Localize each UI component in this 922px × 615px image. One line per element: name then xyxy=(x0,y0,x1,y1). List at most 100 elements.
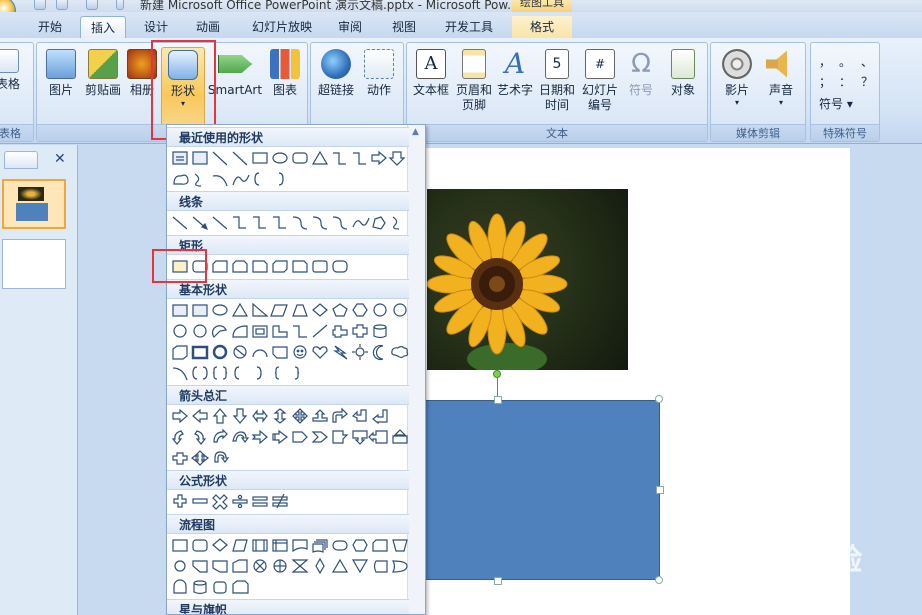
wordart-button[interactable]: A 艺术字 xyxy=(495,47,535,123)
slide-thumbnail-1[interactable] xyxy=(2,179,66,229)
action-button[interactable]: 动作 xyxy=(359,47,399,123)
resize-handle-bottom-right[interactable] xyxy=(655,576,663,584)
sunflower-picture[interactable] xyxy=(427,189,628,370)
action-star-icon xyxy=(364,49,394,79)
undo-icon[interactable] xyxy=(56,0,68,10)
tab-design[interactable]: 设计 xyxy=(136,16,176,38)
shapes-row-recent-2[interactable] xyxy=(171,170,411,190)
header-footer-button[interactable]: 页眉和 页脚 xyxy=(453,47,495,123)
tab-slideshow[interactable]: 幻灯片放映 xyxy=(244,16,320,38)
group-special-symbols: ， 。 、 ； ： ？ 符号 ▾ 特殊符号 xyxy=(810,42,880,142)
tab-animation[interactable]: 动画 xyxy=(188,16,228,38)
rotation-handle[interactable] xyxy=(493,370,501,378)
tab-developer[interactable]: 开发工具 xyxy=(438,16,500,38)
picture-button[interactable]: 图片 xyxy=(41,47,81,123)
clipart-label: 剪贴画 xyxy=(84,83,121,97)
highlight-rectangle-shape xyxy=(152,249,207,283)
header-footer-label-1: 页眉和 xyxy=(455,83,492,97)
symbol-label: 符号 xyxy=(628,83,653,97)
hyperlink-button[interactable]: 超链接 xyxy=(315,47,357,123)
slides-panel: ✕ xyxy=(0,145,78,615)
chart-button[interactable]: 图表 xyxy=(265,47,305,123)
textbox-button[interactable]: A 文本框 xyxy=(409,47,453,123)
ribbon-tabs: 开始 插入 设计 动画 幻灯片放映 审阅 视图 开发工具 格式 xyxy=(0,12,922,38)
ribbon: 表格 表格 图片 剪贴画 相册 形状 ▾ SmartArt 图表 超链接 动作 … xyxy=(0,38,922,144)
symbol-colon[interactable]: ： xyxy=(839,73,851,90)
context-tab-drawing-tools: 绘图工具 xyxy=(512,0,572,12)
resize-handle-right[interactable] xyxy=(656,486,664,494)
group-label-special-symbols: 特殊符号 xyxy=(811,124,879,141)
window-title: 新建 Microsoft Office PowerPoint 演示文稿.pptx… xyxy=(140,0,519,12)
group-label-tables: 表格 xyxy=(0,124,33,141)
resize-handle-top-right[interactable] xyxy=(655,395,663,403)
tab-view[interactable]: 视图 xyxy=(384,16,424,38)
movie-button[interactable]: 影片 ▾ xyxy=(715,47,759,123)
clipart-icon xyxy=(88,49,118,79)
shapes-row-flowchart-1[interactable] xyxy=(171,536,411,556)
basic-shapes-icons-1 xyxy=(172,302,407,317)
resize-handle-top[interactable] xyxy=(494,396,502,404)
shapes-row-arrows-1[interactable] xyxy=(171,407,411,427)
category-flowchart: 流程图 xyxy=(167,514,409,534)
slide-number-button[interactable]: # 幻灯片 编号 xyxy=(579,47,621,123)
symbol-enum-comma[interactable]: 、 xyxy=(861,53,873,70)
object-button[interactable]: 对象 xyxy=(663,47,703,123)
selected-rectangle-shape[interactable] xyxy=(420,400,660,580)
scroll-up-icon[interactable]: ▲ xyxy=(412,127,419,137)
table-button[interactable]: 表格 xyxy=(0,47,23,123)
slide-number-icon: # xyxy=(585,49,615,79)
sound-button[interactable]: 声音 ▾ xyxy=(759,47,803,123)
category-block-arrows: 箭头总汇 xyxy=(167,385,409,405)
shapes-row-basic-4[interactable] xyxy=(171,364,411,384)
symbol-period[interactable]: 。 xyxy=(839,53,851,70)
datetime-label-1: 日期和 xyxy=(538,83,575,97)
tab-review[interactable]: 审阅 xyxy=(330,16,370,38)
symbol-question[interactable]: ？ xyxy=(861,73,873,90)
chevron-down-icon: ▾ xyxy=(734,98,739,107)
slide-thumbnail-2[interactable] xyxy=(2,239,66,289)
shapes-row-basic-2[interactable] xyxy=(171,322,411,342)
qat-dropdown-icon[interactable] xyxy=(116,0,124,10)
datetime-label-2: 时间 xyxy=(544,98,569,112)
shapes-gallery-dropdown: ▲ 最近使用的形状 线条 矩形 基本形状 箭头总汇 公式形状 流程图 星与旗帜 xyxy=(166,124,426,615)
shapes-row-flowchart-2[interactable] xyxy=(171,557,411,577)
watermark-text: Baidu经验 xyxy=(700,543,864,578)
close-icon[interactable]: ✕ xyxy=(54,151,66,167)
shapes-row-equation[interactable] xyxy=(171,492,411,512)
tab-format[interactable]: 格式 xyxy=(512,16,572,38)
group-label-media: 媒体剪辑 xyxy=(711,124,805,141)
shapes-row-lines[interactable] xyxy=(171,213,411,233)
tab-home[interactable]: 开始 xyxy=(30,16,70,38)
chevron-down-icon: ▾ xyxy=(778,98,783,107)
save-icon[interactable] xyxy=(34,0,46,10)
slide-number-label-2: 编号 xyxy=(587,98,612,112)
thumbnail-photo xyxy=(18,187,44,201)
shapes-row-arrows-2[interactable] xyxy=(171,428,411,448)
symbol-semicolon[interactable]: ； xyxy=(819,73,831,90)
baidu-watermark: Baidu经验 jingyan.baidu.com xyxy=(700,535,900,605)
slides-tab[interactable] xyxy=(4,151,38,169)
resize-handle-bottom[interactable] xyxy=(494,577,502,585)
shapes-row-basic-3[interactable] xyxy=(171,343,411,363)
tab-insert[interactable]: 插入 xyxy=(80,16,126,38)
shapes-row-arrows-3[interactable] xyxy=(171,449,411,469)
globe-icon xyxy=(321,49,351,79)
redo-icon[interactable] xyxy=(86,0,98,10)
basic-shapes-icons-3 xyxy=(172,344,409,361)
datetime-button[interactable]: 5 日期和 时间 xyxy=(537,47,577,123)
symbol-button[interactable]: Ω 符号 xyxy=(623,47,659,123)
shapes-row-basic-1[interactable] xyxy=(171,301,411,321)
clipart-button[interactable]: 剪贴画 xyxy=(81,47,125,123)
shapes-row-rectangles[interactable] xyxy=(171,257,411,277)
header-footer-label-2: 页脚 xyxy=(461,98,486,112)
film-reel-icon xyxy=(722,49,752,79)
arrow-shapes-icons-2 xyxy=(171,428,408,445)
wordart-icon: A xyxy=(504,47,526,80)
textbox-icon: A xyxy=(416,49,446,79)
movie-label: 影片 xyxy=(724,83,749,97)
symbol-comma[interactable]: ， xyxy=(819,53,831,70)
symbols-button[interactable]: 符号 ▾ xyxy=(819,95,853,112)
shapes-row-recent[interactable] xyxy=(171,149,411,169)
shapes-row-flowchart-3[interactable] xyxy=(171,578,411,598)
flowchart-shapes-icons-2 xyxy=(174,557,408,575)
